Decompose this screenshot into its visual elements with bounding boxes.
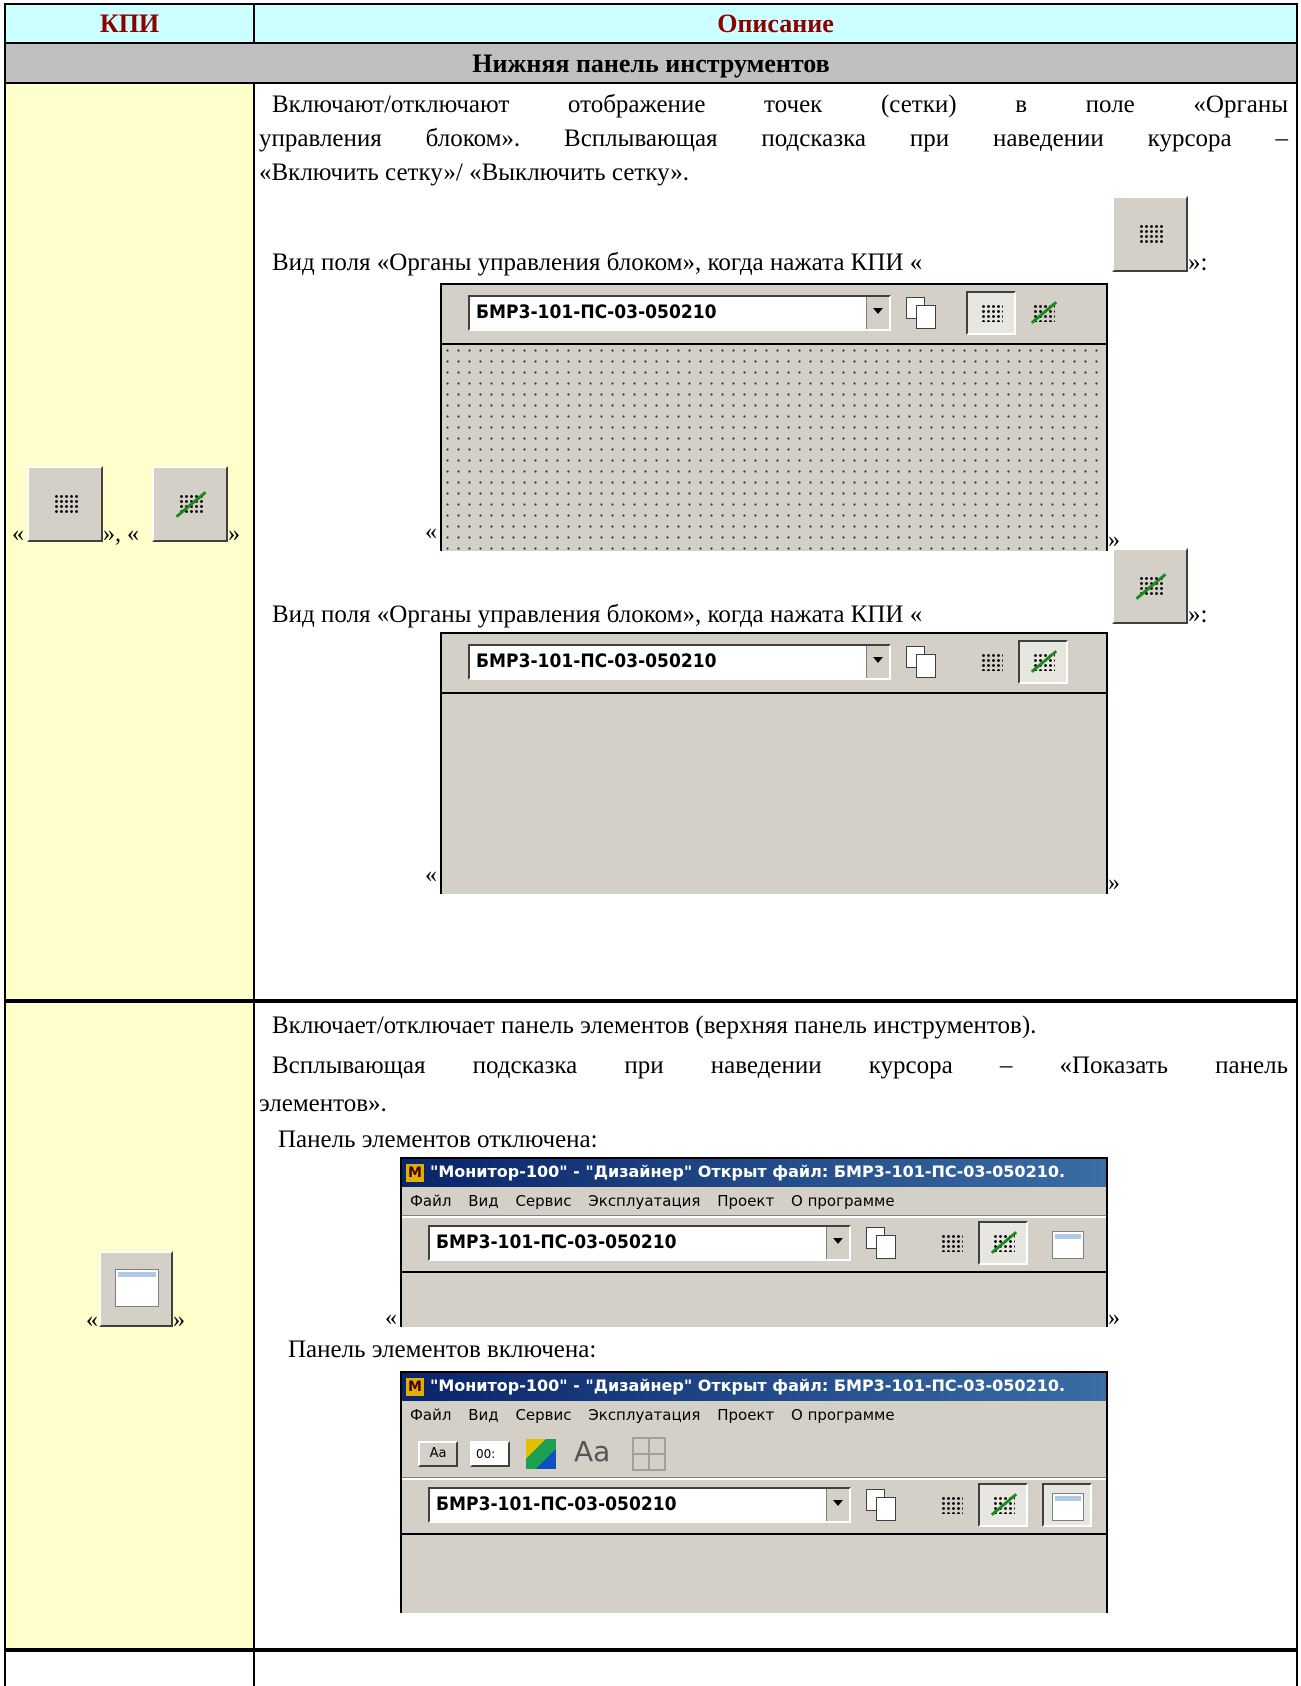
app-logo-icon: M: [406, 1163, 424, 1182]
row1-desc-line1: Включают/отключают отображение точек (се…: [272, 91, 1288, 118]
section-title: Нижняя панель инструментов: [472, 49, 830, 78]
app-screenshot-panel-on: M "Монитор-100" - "Дизайнер" Открыт файл:…: [400, 1371, 1108, 1613]
panel-off-caption: Панель элементов отключена:: [278, 1126, 598, 1153]
grid-on-toggle[interactable]: [926, 1483, 976, 1527]
row2-desc-line3: элементов».: [259, 1090, 387, 1117]
menu-bar: Файл Вид Сервис Эксплуатация Проект О пр…: [410, 1189, 907, 1213]
menu-about[interactable]: О программе: [791, 1192, 895, 1210]
plain-area: [442, 692, 1106, 894]
caption-grid-on-button-icon: [1112, 196, 1188, 272]
copy-icon[interactable]: [906, 297, 936, 329]
window-panel-icon: [115, 1269, 159, 1307]
header-description: Описание: [717, 9, 834, 38]
copy-icon[interactable]: [866, 1227, 896, 1259]
row2-desc-line1: Включает/отключает панель элементов (вер…: [272, 1012, 1037, 1039]
elements-toggle[interactable]: [1042, 1483, 1092, 1527]
copy-icon[interactable]: [866, 1489, 896, 1521]
grid-on-button[interactable]: [27, 466, 103, 542]
elements-toolbar: Aa 00: Aa: [402, 1431, 1106, 1477]
device-combo[interactable]: БМР3-101-ПС-03-050210: [468, 295, 891, 331]
row1-desc-line3: «Включить сетку»/ «Выключить сетку».: [259, 159, 690, 186]
image-tool-icon[interactable]: [526, 1439, 556, 1469]
grid-off-toggle[interactable]: [1018, 640, 1068, 684]
grid-icon: [54, 494, 78, 514]
grid-on-toggle[interactable]: [926, 1221, 976, 1265]
panel-on-caption: Панель элементов включена:: [288, 1336, 597, 1363]
grid-on-toggle[interactable]: [966, 640, 1016, 684]
app-title-bar: M "Монитор-100" - "Дизайнер" Открыт файл:…: [402, 1159, 1106, 1187]
elements-panel-button[interactable]: [99, 1251, 173, 1327]
grid-off-toggle[interactable]: [978, 1483, 1028, 1527]
header-kpi: КПИ: [99, 9, 160, 38]
grid-on-toggle[interactable]: [966, 291, 1016, 335]
menu-file[interactable]: Файл: [410, 1192, 451, 1210]
time-tool[interactable]: 00:: [470, 1441, 510, 1467]
grid-off-toggle[interactable]: [978, 1221, 1028, 1265]
dotted-grid-area: [442, 343, 1106, 551]
control-field-screenshot-grid-off: БМР3-101-ПС-03-050210: [440, 632, 1108, 894]
menu-view[interactable]: Вид: [468, 1192, 498, 1210]
table-tool-icon[interactable]: [632, 1437, 666, 1471]
row2-desc-line2: Всплывающая подсказка при наведении курс…: [272, 1052, 1288, 1079]
control-field-screenshot-grid-on: БМР3-101-ПС-03-050210: [440, 283, 1108, 551]
grid-off-toggle[interactable]: [1018, 291, 1068, 335]
menu-project[interactable]: Проект: [717, 1192, 774, 1210]
app-screenshot-panel-off: M "Монитор-100" - "Дизайнер" Открыт файл:…: [400, 1157, 1108, 1327]
menu-service[interactable]: Сервис: [515, 1192, 571, 1210]
caption-grid-off-button-icon: [1112, 548, 1188, 624]
row1-desc-line2: управления блоком». Всплывающая подсказк…: [259, 125, 1288, 152]
grid-off-button[interactable]: [152, 466, 228, 542]
elements-toggle[interactable]: [1042, 1221, 1092, 1265]
text-tool[interactable]: Aa: [574, 1435, 610, 1468]
caption-grid-off: Вид поля «Органы управления блоком», ког…: [272, 601, 923, 628]
label-tool[interactable]: Aa: [418, 1441, 458, 1467]
caption-grid-on: Вид поля «Органы управления блоком», ког…: [272, 249, 923, 276]
menu-bar: Файл Вид Сервис Эксплуатация Проект О пр…: [410, 1406, 895, 1424]
app-title-bar: M "Монитор-100" - "Дизайнер" Открыт файл:…: [402, 1373, 1106, 1401]
copy-icon[interactable]: [906, 646, 936, 678]
menu-operation[interactable]: Эксплуатация: [588, 1192, 700, 1210]
